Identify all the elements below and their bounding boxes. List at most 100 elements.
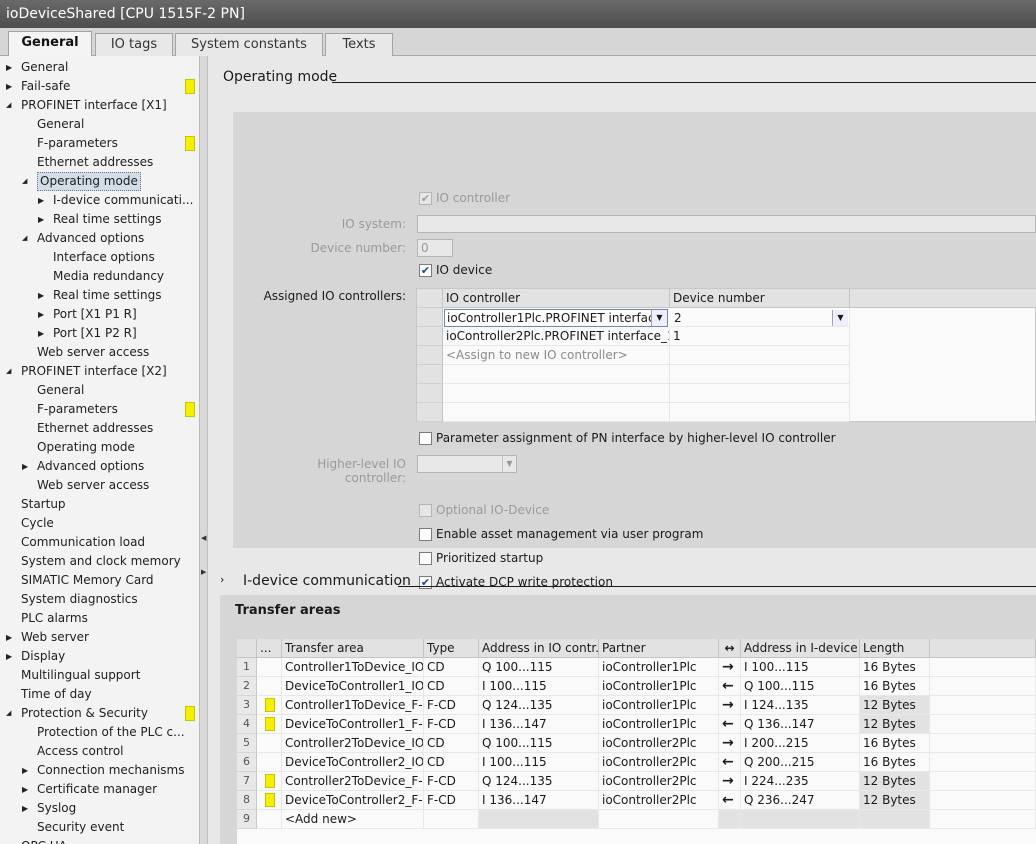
expanded-arrow-icon[interactable]: ◢ [22,229,32,248]
cell-type[interactable]: F-CD [424,696,479,715]
cell-dev-addr[interactable]: I 200...215 [741,734,860,753]
cell-length[interactable]: 16 Bytes [860,658,930,677]
cell-length[interactable]: 12 Bytes [860,791,930,810]
collapsed-arrow-icon[interactable]: ▶ [22,799,32,818]
higher-level-controller-select[interactable]: ▼ [417,455,517,473]
cell-dev-addr[interactable]: I 224...235 [741,772,860,791]
cell-ctrl-addr[interactable]: I 136...147 [479,791,599,810]
collapsed-arrow-icon[interactable]: ▶ [22,780,32,799]
row-handle[interactable] [417,384,443,403]
cell-area[interactable]: Controller1ToDevice_F-IO [282,696,424,715]
column-header[interactable]: Type [424,639,479,658]
assign-new-controller-cell[interactable]: <Assign to new IO controller> [443,346,670,365]
dropdown-arrow-icon[interactable]: ▼ [651,310,667,326]
cell-length[interactable]: 16 Bytes [860,753,930,772]
nav-item[interactable]: General [0,381,199,400]
cell-type[interactable]: F-CD [424,715,479,734]
expanded-arrow-icon[interactable]: ◢ [6,704,16,723]
cell-area[interactable]: Controller2ToDevice_F-IO [282,772,424,791]
cell-ctrl-addr[interactable]: Q 100...115 [479,734,599,753]
row-number[interactable]: 6 [237,753,257,772]
nav-item[interactable]: ◢ Advanced options [0,229,199,248]
collapsed-arrow-icon[interactable]: ▶ [38,305,48,324]
nav-item[interactable]: ▶ Real time settings [0,286,199,305]
cell-partner[interactable] [599,810,719,829]
collapsed-arrow-icon[interactable]: ▶ [6,647,16,666]
cell-area[interactable]: DeviceToController2_IO [282,753,424,772]
column-header[interactable]: Device number [670,289,850,308]
tab-io-tags[interactable]: IO tags [95,33,173,56]
nav-item[interactable]: Startup [0,495,199,514]
column-header[interactable]: Address in IO contr... [479,639,599,658]
collapse-left-icon[interactable]: ◀ [201,534,206,542]
nav-item[interactable]: Protection of the PLC c... [0,723,199,742]
nav-item[interactable]: Communication load [0,533,199,552]
dcp-write-protection-checkbox[interactable]: ✔ [419,576,432,589]
column-header[interactable]: Length [860,639,930,658]
cell-partner[interactable]: ioController1Plc [599,715,719,734]
nav-item[interactable]: Security event [0,818,199,837]
row-handle[interactable] [417,346,443,365]
nav-item[interactable]: Web server access [0,343,199,362]
cell-length[interactable]: 12 Bytes [860,696,930,715]
device-number-field[interactable]: 0 [417,239,453,257]
nav-item[interactable]: ▶ Port [X1 P2 R] [0,324,199,343]
dropdown-arrow-icon[interactable]: ▼ [502,456,516,472]
collapsed-arrow-icon[interactable]: ▶ [6,58,16,77]
collapsed-arrow-icon[interactable]: ▶ [38,210,48,229]
tab-general[interactable]: General [8,31,92,57]
column-header[interactable]: Partner [599,639,719,658]
column-header[interactable]: IO controller [443,289,670,308]
collapsed-arrow-icon[interactable]: ▶ [38,191,48,210]
cell-area[interactable]: DeviceToController2_F-IO [282,791,424,810]
cell-area[interactable]: Controller1ToDevice_IO [282,658,424,677]
cell-type[interactable]: F-CD [424,791,479,810]
cell-ctrl-addr[interactable]: Q 124...135 [479,696,599,715]
row-number[interactable]: 3 [237,696,257,715]
nav-item[interactable]: Ethernet addresses [0,153,199,172]
nav-item[interactable]: ▶ Display [0,647,199,666]
nav-item[interactable]: ▶ Fail-safe [0,77,199,96]
collapsed-arrow-icon[interactable]: ▶ [6,77,16,96]
io-controller-checkbox[interactable]: ✔ [419,192,432,205]
dropdown-arrow-icon[interactable]: ▼ [832,310,848,326]
cell-partner[interactable]: ioController2Plc [599,734,719,753]
device-number-cell[interactable]: 2 ▼ [670,308,850,327]
expand-right-icon[interactable]: ▶ [201,568,206,576]
nav-item[interactable]: ▶ Syslog [0,799,199,818]
cell-length[interactable]: 12 Bytes [860,715,930,734]
cell-type[interactable]: CD [424,658,479,677]
nav-item[interactable]: ◢ PROFINET interface [X1] [0,96,199,115]
nav-item[interactable]: Time of day [0,685,199,704]
nav-item[interactable]: ▶ General [0,58,199,77]
device-number-cell[interactable]: 1 [670,327,850,346]
cell-area[interactable]: DeviceToController1_IO [282,677,424,696]
nav-item[interactable]: Cycle [0,514,199,533]
cell-length[interactable]: 12 Bytes [860,772,930,791]
nav-item[interactable]: Media redundancy [0,267,199,286]
io-device-checkbox[interactable]: ✔ [419,264,432,277]
idevice-communication-title[interactable]: I-device communication [243,573,411,589]
row-handle[interactable] [417,403,443,422]
tab-texts[interactable]: Texts [325,33,393,56]
prioritized-startup-checkbox[interactable] [419,552,432,565]
cell-ctrl-addr[interactable]: Q 100...115 [479,658,599,677]
device-number-cell[interactable] [670,346,850,365]
nav-item[interactable]: ▶ Advanced options [0,457,199,476]
row-number[interactable]: 9 [237,810,257,829]
row-number[interactable]: 5 [237,734,257,753]
cell-ctrl-addr[interactable]: I 100...115 [479,753,599,772]
nav-splitter[interactable]: ◀ ▶ [200,56,208,844]
cell-ctrl-addr[interactable]: I 136...147 [479,715,599,734]
cell-length[interactable]: 16 Bytes [860,734,930,753]
io-controller-cell[interactable]: ioController2Plc.PROFINET interface_1 [443,327,670,346]
nav-item[interactable]: Operating mode [0,438,199,457]
nav-item[interactable]: PLC alarms [0,609,199,628]
cell-dev-addr[interactable]: I 124...135 [741,696,860,715]
cell-length[interactable]: 16 Bytes [860,677,930,696]
row-handle[interactable] [417,365,443,384]
cell-area[interactable]: Controller2ToDevice_IO [282,734,424,753]
nav-item[interactable]: F-parameters [0,134,199,153]
nav-item[interactable]: ◢ Operating mode [0,172,199,191]
nav-item[interactable]: ◢ PROFINET interface [X2] [0,362,199,381]
